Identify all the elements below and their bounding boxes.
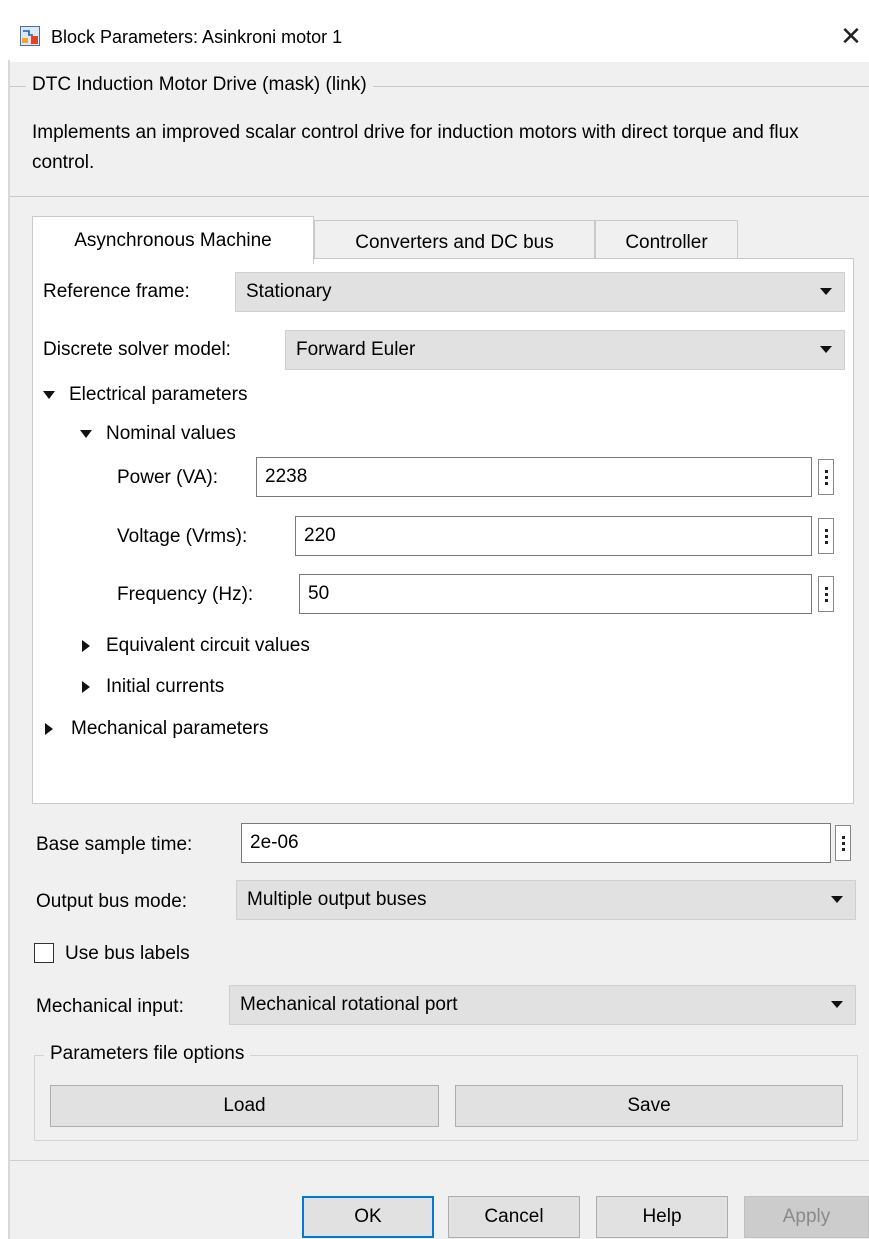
parameters-file-legend: Parameters file options bbox=[44, 1043, 251, 1065]
power-more-options[interactable] bbox=[818, 459, 834, 495]
nominal-values-toggle[interactable]: Nominal values bbox=[80, 423, 236, 445]
cancel-button[interactable]: Cancel bbox=[448, 1196, 580, 1238]
mask-description: Implements an improved scalar control dr… bbox=[32, 122, 799, 173]
frequency-input[interactable]: 50 bbox=[299, 574, 812, 614]
collapsed-triangle-icon bbox=[45, 723, 53, 735]
mechanical-input-label: Mechanical input: bbox=[36, 996, 184, 1017]
close-button[interactable]: ✕ bbox=[836, 21, 866, 51]
use-bus-labels-checkbox[interactable] bbox=[34, 943, 54, 963]
expanded-triangle-icon bbox=[43, 391, 55, 399]
load-button[interactable]: Load bbox=[50, 1085, 439, 1127]
voltage-more-options[interactable] bbox=[818, 518, 834, 554]
power-value: 2238 bbox=[265, 466, 308, 487]
mask-legend: DTC Induction Motor Drive (mask) (link) bbox=[26, 74, 373, 96]
base-sample-time-label: Base sample time: bbox=[36, 834, 193, 855]
tab-label: Converters and DC bus bbox=[355, 231, 554, 253]
chevron-down-icon bbox=[831, 896, 843, 903]
electrical-parameters-label: Electrical parameters bbox=[69, 384, 248, 405]
window-title: Block Parameters: Asinkroni motor 1 bbox=[51, 27, 343, 47]
chevron-down-icon bbox=[820, 346, 832, 353]
chevron-down-icon bbox=[820, 288, 832, 295]
frequency-value: 50 bbox=[308, 583, 330, 604]
dropdown-value: Multiple output buses bbox=[247, 889, 427, 910]
equivalent-circuit-toggle[interactable]: Equivalent circuit values bbox=[82, 635, 310, 657]
dropdown-value: Stationary bbox=[246, 281, 332, 302]
output-bus-mode-label: Output bus mode: bbox=[36, 891, 188, 912]
base-sample-time-more-options[interactable] bbox=[835, 825, 851, 861]
load-button-label: Load bbox=[223, 1095, 266, 1116]
tab-label: Controller bbox=[625, 231, 708, 253]
power-label: Power (VA): bbox=[117, 467, 219, 488]
mechanical-parameters-label: Mechanical parameters bbox=[71, 718, 269, 739]
dropdown-value: Mechanical rotational port bbox=[240, 994, 458, 1015]
mechanical-parameters-toggle[interactable]: Mechanical parameters bbox=[45, 718, 268, 740]
frequency-label: Frequency (Hz): bbox=[117, 584, 254, 605]
equivalent-circuit-label: Equivalent circuit values bbox=[106, 635, 310, 656]
initial-currents-label: Initial currents bbox=[106, 676, 225, 697]
cancel-button-label: Cancel bbox=[484, 1206, 544, 1227]
ok-button-label: OK bbox=[354, 1206, 382, 1227]
base-sample-time-value: 2e-06 bbox=[250, 832, 299, 853]
expanded-triangle-icon bbox=[80, 430, 92, 438]
save-button[interactable]: Save bbox=[455, 1085, 843, 1127]
voltage-label: Voltage (Vrms): bbox=[117, 526, 248, 547]
voltage-value: 220 bbox=[304, 525, 336, 546]
discrete-solver-label: Discrete solver model: bbox=[43, 339, 231, 360]
mask-group-bottom bbox=[10, 196, 869, 197]
electrical-parameters-toggle[interactable]: Electrical parameters bbox=[43, 384, 247, 406]
output-bus-mode-dropdown[interactable]: Multiple output buses bbox=[236, 880, 856, 920]
apply-button[interactable]: Apply bbox=[744, 1196, 869, 1238]
reference-frame-label: Reference frame: bbox=[43, 281, 190, 302]
voltage-input[interactable]: 220 bbox=[295, 516, 812, 556]
power-input[interactable]: 2238 bbox=[256, 457, 812, 497]
nominal-values-label: Nominal values bbox=[106, 423, 236, 444]
tab-asynchronous-machine[interactable]: Asynchronous Machine bbox=[32, 216, 314, 264]
apply-button-label: Apply bbox=[782, 1206, 831, 1227]
save-button-label: Save bbox=[627, 1095, 671, 1116]
collapsed-triangle-icon bbox=[82, 681, 90, 693]
frequency-more-options[interactable] bbox=[818, 576, 834, 612]
initial-currents-toggle[interactable]: Initial currents bbox=[82, 676, 224, 698]
reference-frame-dropdown[interactable]: Stationary bbox=[235, 272, 845, 312]
base-sample-time-input[interactable]: 2e-06 bbox=[241, 823, 831, 863]
collapsed-triangle-icon bbox=[82, 640, 90, 652]
footer-separator bbox=[10, 1160, 869, 1161]
discrete-solver-dropdown[interactable]: Forward Euler bbox=[285, 330, 845, 370]
dropdown-value: Forward Euler bbox=[296, 339, 416, 360]
simulink-block-icon bbox=[20, 26, 40, 46]
use-bus-labels-label[interactable]: Use bus labels bbox=[65, 943, 190, 965]
tab-label: Asynchronous Machine bbox=[74, 229, 272, 251]
help-button-label: Help bbox=[642, 1206, 682, 1227]
mechanical-input-dropdown[interactable]: Mechanical rotational port bbox=[229, 985, 856, 1025]
help-button[interactable]: Help bbox=[596, 1196, 728, 1238]
chevron-down-icon bbox=[831, 1001, 843, 1008]
ok-button[interactable]: OK bbox=[302, 1196, 434, 1238]
